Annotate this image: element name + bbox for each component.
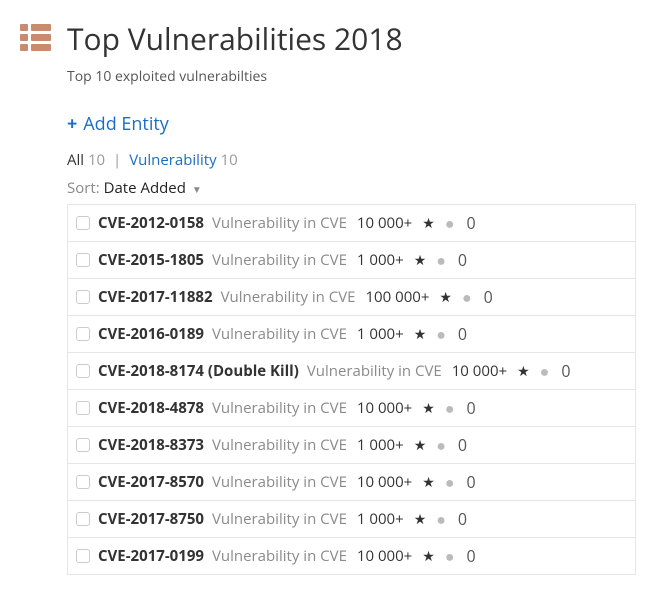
cve-name: CVE-2017-8570 — [98, 472, 204, 492]
filter-vulnerability-count: 10 — [221, 150, 238, 170]
cve-name: CVE-2017-11882 — [98, 287, 213, 307]
ref-count: 10 000+ — [357, 213, 412, 233]
zero-count: 0 — [561, 360, 570, 382]
add-entity-button[interactable]: + Add Entity — [67, 112, 636, 136]
dot-icon: ● — [445, 548, 455, 564]
cve-desc: Vulnerability in CVE — [212, 509, 347, 529]
add-entity-label: Add Entity — [83, 112, 169, 136]
cve-desc: Vulnerability in CVE — [221, 287, 356, 307]
cve-desc: Vulnerability in CVE — [212, 546, 347, 566]
ref-count: 100 000+ — [365, 287, 429, 307]
star-icon: ★ — [422, 399, 435, 418]
ref-count: 1 000+ — [357, 250, 404, 270]
ref-count: 10 000+ — [452, 361, 507, 381]
star-icon: ★ — [422, 547, 435, 566]
star-icon: ★ — [422, 473, 435, 492]
zero-count: 0 — [458, 434, 467, 456]
cve-desc: Vulnerability in CVE — [212, 398, 347, 418]
zero-count: 0 — [467, 545, 476, 567]
cve-name: CVE-2012-0158 — [98, 213, 204, 233]
checkbox[interactable] — [76, 216, 90, 230]
checkbox[interactable] — [76, 290, 90, 304]
cve-name: CVE-2018-4878 — [98, 398, 204, 418]
checkbox[interactable] — [76, 401, 90, 415]
page-title: Top Vulnerabilities 2018 — [67, 18, 636, 59]
zero-count: 0 — [467, 397, 476, 419]
cve-desc: Vulnerability in CVE — [212, 324, 347, 344]
ref-count: 1 000+ — [357, 435, 404, 455]
vulnerability-list: CVE-2012-0158 Vulnerability in CVE 10 00… — [67, 204, 636, 575]
dot-icon: ● — [436, 326, 446, 342]
zero-count: 0 — [467, 471, 476, 493]
list-item[interactable]: CVE-2018-8174 (Double Kill) Vulnerabilit… — [67, 353, 636, 390]
dot-icon: ● — [445, 474, 455, 490]
filter-vulnerability-label[interactable]: Vulnerability — [129, 150, 216, 170]
ref-count: 1 000+ — [357, 509, 404, 529]
dot-icon: ● — [445, 400, 455, 416]
star-icon: ★ — [422, 214, 435, 233]
cve-name: CVE-2016-0189 — [98, 324, 204, 344]
list-item[interactable]: CVE-2017-8570 Vulnerability in CVE 10 00… — [67, 464, 636, 501]
checkbox[interactable] — [76, 364, 90, 378]
zero-count: 0 — [467, 212, 476, 234]
star-icon: ★ — [517, 362, 530, 381]
chevron-down-icon: ▼ — [192, 182, 202, 196]
list-view-icon — [20, 24, 51, 51]
zero-count: 0 — [458, 249, 467, 271]
ref-count: 10 000+ — [357, 398, 412, 418]
checkbox[interactable] — [76, 549, 90, 563]
checkbox[interactable] — [76, 475, 90, 489]
cve-name: CVE-2017-0199 — [98, 546, 204, 566]
star-icon: ★ — [414, 436, 427, 455]
cve-desc: Vulnerability in CVE — [212, 250, 347, 270]
filter-bar: All 10 | Vulnerability 10 — [67, 150, 636, 170]
star-icon: ★ — [439, 288, 452, 307]
list-item[interactable]: CVE-2018-8373 Vulnerability in CVE 1 000… — [67, 427, 636, 464]
filter-all-label[interactable]: All — [67, 150, 84, 170]
list-item[interactable]: CVE-2017-11882 Vulnerability in CVE 100 … — [67, 279, 636, 316]
cve-name: CVE-2018-8373 — [98, 435, 204, 455]
sort-label: Sort: — [67, 178, 100, 198]
zero-count: 0 — [458, 508, 467, 530]
star-icon: ★ — [414, 510, 427, 529]
cve-name: CVE-2018-8174 (Double Kill) — [98, 361, 299, 381]
dot-icon: ● — [540, 363, 550, 379]
list-item[interactable]: CVE-2017-0199 Vulnerability in CVE 10 00… — [67, 538, 636, 575]
zero-count: 0 — [458, 323, 467, 345]
cve-desc: Vulnerability in CVE — [307, 361, 442, 381]
sort-value: Date Added — [104, 178, 186, 198]
filter-all-count: 10 — [88, 150, 105, 170]
list-item[interactable]: CVE-2015-1805 Vulnerability in CVE 1 000… — [67, 242, 636, 279]
cve-name: CVE-2017-8750 — [98, 509, 204, 529]
list-item[interactable]: CVE-2012-0158 Vulnerability in CVE 10 00… — [67, 204, 636, 242]
cve-desc: Vulnerability in CVE — [212, 435, 347, 455]
dot-icon: ● — [436, 511, 446, 527]
cve-desc: Vulnerability in CVE — [212, 472, 347, 492]
plus-icon: + — [67, 112, 77, 136]
checkbox[interactable] — [76, 253, 90, 267]
list-item[interactable]: CVE-2016-0189 Vulnerability in CVE 1 000… — [67, 316, 636, 353]
dot-icon: ● — [445, 215, 455, 231]
checkbox[interactable] — [76, 327, 90, 341]
ref-count: 10 000+ — [357, 472, 412, 492]
dot-icon: ● — [436, 252, 446, 268]
cve-name: CVE-2015-1805 — [98, 250, 204, 270]
dot-icon: ● — [436, 437, 446, 453]
cve-desc: Vulnerability in CVE — [212, 213, 347, 233]
star-icon: ★ — [414, 251, 427, 270]
list-item[interactable]: CVE-2018-4878 Vulnerability in CVE 10 00… — [67, 390, 636, 427]
star-icon: ★ — [414, 325, 427, 344]
checkbox[interactable] — [76, 438, 90, 452]
list-item[interactable]: CVE-2017-8750 Vulnerability in CVE 1 000… — [67, 501, 636, 538]
page-subtitle: Top 10 exploited vulnerabilties — [67, 67, 636, 86]
dot-icon: ● — [462, 289, 472, 305]
ref-count: 10 000+ — [357, 546, 412, 566]
checkbox[interactable] — [76, 512, 90, 526]
zero-count: 0 — [484, 286, 493, 308]
ref-count: 1 000+ — [357, 324, 404, 344]
filter-separator: | — [113, 150, 121, 170]
sort-control[interactable]: Sort: Date Added ▼ — [67, 178, 636, 198]
